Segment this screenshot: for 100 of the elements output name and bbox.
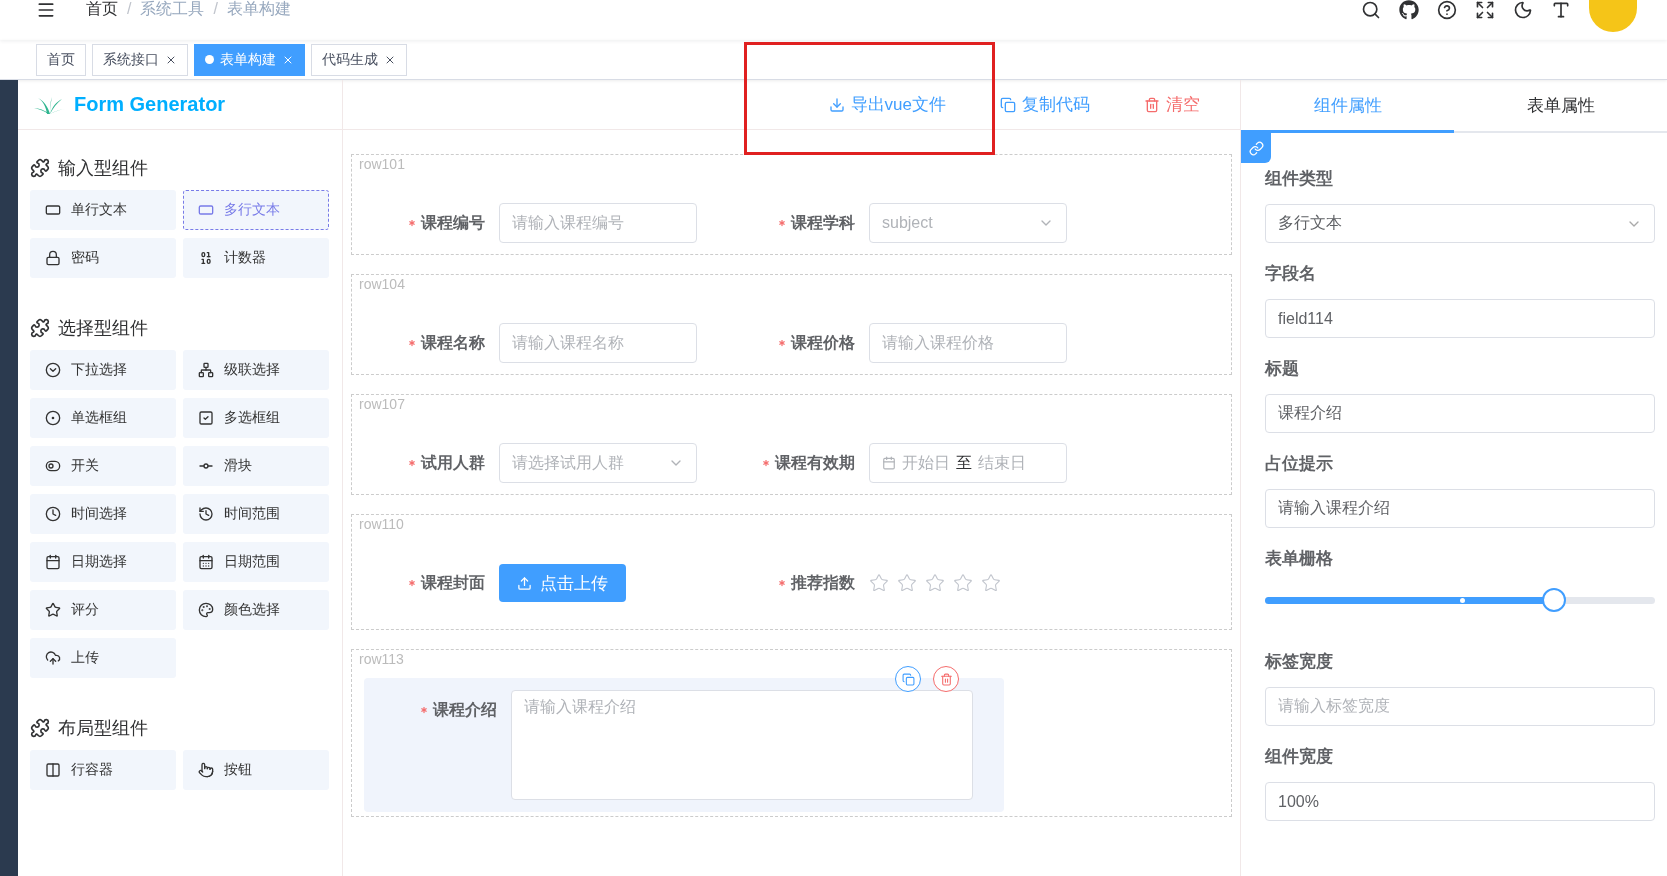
fullscreen-icon[interactable] [1475, 0, 1495, 20]
search-icon[interactable] [1361, 0, 1381, 20]
field-label: 课程编号 [421, 212, 485, 233]
row-label: row113 [359, 651, 404, 667]
breadcrumb-separator: / [127, 0, 132, 18]
component-item[interactable]: 级联选择 [183, 350, 329, 390]
history-icon [198, 506, 214, 522]
text-input[interactable]: 100% [1265, 782, 1655, 821]
breadcrumb-separator: / [213, 0, 218, 18]
star-icon [925, 573, 945, 593]
moon-icon[interactable] [1513, 0, 1533, 20]
field-label: 课程介绍 [433, 699, 497, 720]
star-icon [953, 573, 973, 593]
field-label: 推荐指数 [791, 572, 855, 593]
upload-icon [517, 575, 532, 591]
field-label: 课程学科 [791, 212, 855, 233]
text-input[interactable]: field114 [1265, 299, 1655, 338]
text-input[interactable]: 课程介绍 [1265, 394, 1655, 433]
component-item[interactable]: 评分 [30, 590, 176, 630]
component-item[interactable]: 按钮 [183, 750, 329, 790]
tree-icon [198, 362, 214, 378]
star-icon [869, 573, 889, 593]
cloud-upload-icon [45, 650, 61, 666]
page-tab[interactable]: 代码生成 [311, 43, 407, 76]
section-title: 输入型组件 [58, 157, 148, 180]
logo-text: Form Generator [74, 93, 226, 116]
required-icon [407, 578, 417, 588]
slider-thumb[interactable] [1541, 588, 1566, 612]
calendar-icon [198, 554, 214, 570]
property-label: 字段名 [1265, 263, 1317, 285]
trash-icon [1144, 96, 1160, 113]
star-icon [45, 602, 61, 618]
field-label: 课程有效期 [775, 452, 855, 473]
component-item[interactable]: 滑块 [183, 446, 329, 486]
required-icon [777, 578, 787, 588]
help-icon[interactable] [1437, 0, 1457, 20]
component-item[interactable]: 开关 [30, 446, 176, 486]
menu-icon[interactable] [36, 0, 56, 20]
star-rating[interactable] [869, 573, 1001, 593]
pointer-icon [198, 762, 214, 778]
property-label: 组件类型 [1265, 168, 1334, 190]
puzzle-icon [30, 718, 50, 738]
copy-icon [1000, 96, 1016, 113]
row-label: row107 [359, 396, 405, 412]
component-item[interactable]: 计数器 [183, 238, 329, 278]
required-icon [407, 458, 417, 468]
form-row[interactable]: row110 课程封面 点击上传 推荐指数 [351, 514, 1232, 630]
breadcrumb-item: 系统工具 [140, 0, 205, 18]
rectangle-icon [45, 202, 61, 218]
github-icon[interactable] [1399, 0, 1419, 20]
component-item[interactable]: 下拉选择 [30, 350, 176, 390]
field-label: 试用人群 [421, 452, 485, 473]
copy-icon [901, 672, 915, 686]
clock-icon [45, 506, 61, 522]
required-icon [407, 338, 417, 348]
text-size-icon[interactable] [1551, 0, 1571, 20]
component-item[interactable]: 多行文本 [183, 190, 329, 230]
slider[interactable] [1265, 588, 1655, 612]
select-field[interactable]: 多行文本 [1265, 204, 1655, 243]
copy-button[interactable] [895, 666, 921, 692]
row-label: row101 [359, 156, 405, 172]
page-tab[interactable]: 首页 [36, 43, 86, 76]
trash-icon [939, 672, 953, 686]
page-tab[interactable]: 系统接口 [92, 43, 188, 76]
toggle-icon [45, 458, 61, 474]
component-item[interactable]: 行容器 [30, 750, 176, 790]
component-item[interactable]: 时间选择 [30, 494, 176, 534]
component-item[interactable]: 多选框组 [183, 398, 329, 438]
date-range-field[interactable]: 开始日 至 结束日 [869, 443, 1067, 483]
breadcrumb-item: 表单构建 [226, 0, 291, 18]
property-label: 标签宽度 [1265, 651, 1334, 673]
breadcrumb-item[interactable]: 首页 [86, 0, 118, 18]
field-label: 课程名称 [421, 332, 485, 353]
component-item[interactable]: 日期选择 [30, 542, 176, 582]
required-icon [419, 705, 429, 715]
text-input[interactable]: 请输入课程介绍 [1265, 489, 1655, 528]
required-icon [407, 218, 417, 228]
selected-field[interactable]: 课程介绍 请输入课程介绍 [364, 678, 1004, 812]
field-label: 课程价格 [791, 332, 855, 353]
checkbox-icon [198, 410, 214, 426]
form-row[interactable]: row113 课程介绍 请输入课程介绍 [351, 649, 1232, 817]
component-item[interactable]: 日期范围 [183, 542, 329, 582]
component-item[interactable]: 上传 [30, 638, 176, 678]
row-label: row104 [359, 276, 405, 292]
active-dot [205, 55, 214, 64]
component-item[interactable]: 密码 [30, 238, 176, 278]
number-icon [198, 250, 214, 266]
section-title: 选择型组件 [58, 317, 148, 340]
calendar-icon [45, 554, 61, 570]
component-item[interactable]: 时间范围 [183, 494, 329, 534]
component-item[interactable]: 单选框组 [30, 398, 176, 438]
panel-tab[interactable]: 表单属性 [1454, 80, 1667, 133]
lock-icon [45, 250, 61, 266]
link-badge[interactable] [1241, 133, 1271, 163]
delete-button[interactable] [933, 666, 959, 692]
component-item[interactable]: 单行文本 [30, 190, 176, 230]
form-row[interactable]: row107 试用人群 请选择试用人群 课程有效期 开始日 至 结束日 [351, 394, 1232, 495]
property-label: 表单栅格 [1265, 548, 1334, 570]
component-item[interactable]: 颜色选择 [183, 590, 329, 630]
palette-icon [198, 602, 214, 618]
